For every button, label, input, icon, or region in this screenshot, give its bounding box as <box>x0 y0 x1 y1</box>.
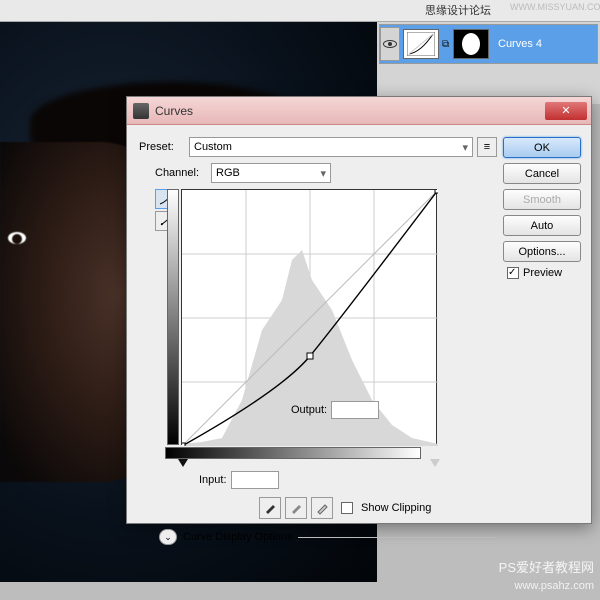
visibility-toggle[interactable] <box>380 27 400 61</box>
close-button[interactable]: ✕ <box>545 102 587 120</box>
channel-label: Channel: <box>155 167 211 179</box>
channel-dropdown[interactable]: RGB <box>211 163 331 183</box>
curve-point-mid[interactable] <box>307 353 313 359</box>
show-clipping-label: Show Clipping <box>361 502 431 514</box>
channel-value: RGB <box>216 167 240 179</box>
show-clipping-checkbox[interactable] <box>341 502 353 514</box>
curve-point-shadow[interactable] <box>182 443 185 446</box>
auto-button[interactable]: Auto <box>503 215 581 236</box>
adjustment-thumbnail[interactable] <box>403 29 439 59</box>
site-url: WWW.MISSYUAN.COM <box>510 2 600 12</box>
smooth-button[interactable]: Smooth <box>503 189 581 210</box>
page-top-bar: 思缘设计论坛 WWW.MISSYUAN.COM <box>0 0 600 22</box>
output-gradient <box>167 189 179 445</box>
white-point-marker[interactable] <box>430 459 440 467</box>
eye-icon <box>383 40 397 48</box>
output-field[interactable] <box>331 401 379 419</box>
preset-label: Preset: <box>139 141 189 153</box>
output-label: Output: <box>291 404 327 416</box>
layer-name[interactable]: Curves 4 <box>498 38 542 50</box>
input-field[interactable] <box>231 471 279 489</box>
watermark-url: www.psahz.com <box>515 580 594 592</box>
dialog-titlebar[interactable]: Curves ✕ <box>127 97 591 125</box>
mask-shape <box>462 33 480 55</box>
display-options-label: Curve Display Options <box>183 531 292 543</box>
options-button[interactable]: Options... <box>503 241 581 262</box>
preset-value: Custom <box>194 141 232 153</box>
preview-label: Preview <box>523 267 562 279</box>
ok-button[interactable]: OK <box>503 137 581 158</box>
preset-dropdown[interactable]: Custom <box>189 137 473 157</box>
input-gradient <box>165 447 421 459</box>
link-icon[interactable]: ⧉ <box>442 39 450 50</box>
black-eyedropper[interactable] <box>259 497 281 519</box>
dialog-title: Curves <box>155 104 545 118</box>
preset-menu-button[interactable]: ≡ <box>477 137 497 157</box>
app-icon <box>133 103 149 119</box>
white-eyedropper[interactable] <box>311 497 333 519</box>
gray-eyedropper[interactable] <box>285 497 307 519</box>
curve-point-highlight[interactable] <box>435 190 438 193</box>
close-icon: ✕ <box>561 104 570 117</box>
preview-checkbox[interactable] <box>507 267 519 279</box>
display-options-toggle[interactable]: ⌄ <box>159 529 177 545</box>
layer-mask-thumbnail[interactable] <box>453 29 489 59</box>
layer-row-curves4[interactable]: ⧉ Curves 4 <box>379 24 598 64</box>
divider <box>298 537 497 538</box>
input-slider[interactable] <box>181 459 437 467</box>
watermark-title: PS爱好者教程网 <box>499 557 594 576</box>
black-point-marker[interactable] <box>178 459 188 467</box>
site-title: 思缘设计论坛 <box>425 2 491 18</box>
cancel-button[interactable]: Cancel <box>503 163 581 184</box>
layers-panel: ⧉ Curves 4 <box>377 22 600 104</box>
input-label: Input: <box>199 474 227 486</box>
curves-dialog: Curves ✕ Preset: Custom ≡ Channel: RGB <box>126 96 592 524</box>
